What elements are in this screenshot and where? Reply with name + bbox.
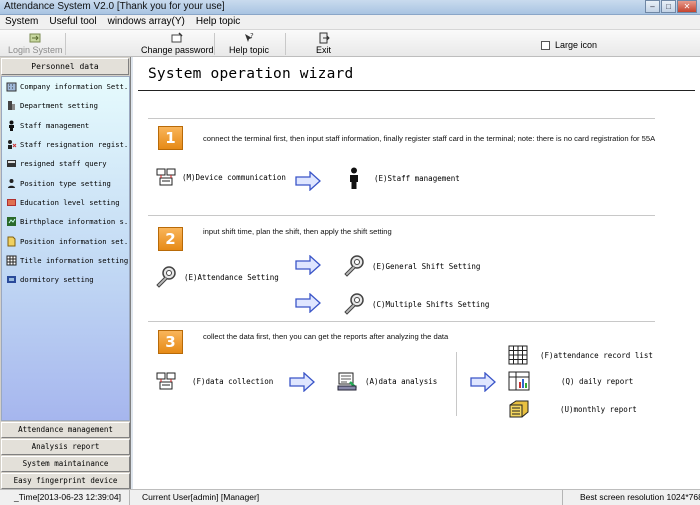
key-icon	[171, 32, 183, 43]
wrench-icon	[344, 293, 364, 315]
query-icon	[7, 160, 16, 168]
login-icon	[29, 33, 41, 43]
step-2-description: input shift time, plan the shift, then a…	[203, 227, 392, 236]
close-button[interactable]: ✕	[677, 0, 697, 13]
svg-text:?: ?	[250, 32, 254, 40]
step-1-description: connect the terminal first, then input s…	[203, 134, 656, 143]
status-current-user: Current User[admin] [Manager]	[130, 490, 563, 505]
sidebar-item-dormitory-setting[interactable]: dormitory setting	[2, 270, 129, 289]
arrow-right-icon	[295, 171, 321, 191]
department-icon	[8, 101, 15, 111]
menu-windows-array[interactable]: windows array(Y)	[103, 15, 191, 29]
section-easy-fingerprint-device[interactable]: Easy fingerprint device	[1, 473, 130, 489]
step-3-description: collect the data first, then you can get…	[203, 332, 449, 341]
resign-icon	[8, 140, 17, 150]
sidebar-item-company-information[interactable]: Company information Sett..	[2, 77, 129, 96]
title-bar: Attendance System V2.0 [Thank you for yo…	[0, 0, 700, 15]
position-info-icon	[7, 236, 16, 247]
title-icon	[6, 255, 17, 266]
sidebar-item-staff-management[interactable]: Staff management	[2, 116, 129, 135]
multiple-shifts-setting-link[interactable]: (C)Multiple Shifts Setting	[342, 292, 489, 316]
help-topic-button[interactable]: ? Help topic	[229, 32, 269, 55]
device-communication-icon	[156, 168, 176, 186]
sidebar-item-position-type[interactable]: Position type setting	[2, 173, 129, 192]
sidebar-list: Company information Sett.. Department se…	[1, 76, 130, 421]
section-analysis-report[interactable]: Analysis report	[1, 439, 130, 455]
page-title: System operation wizard	[148, 66, 354, 82]
wizard-panel: System operation wizard 1 connect the te…	[133, 57, 700, 489]
monthly-report-link[interactable]: (U)monthly report	[508, 399, 637, 419]
menu-bar: System Useful tool windows array(Y) Help…	[0, 15, 700, 29]
building-icon	[6, 82, 17, 92]
sidebar-item-resigned-staff-query[interactable]: resigned staff query	[2, 154, 129, 173]
step-2-badge: 2	[158, 227, 183, 251]
maximize-button[interactable]: □	[661, 0, 676, 13]
large-icon-checkbox[interactable]	[541, 40, 550, 50]
sidebar-item-staff-resignation[interactable]: Staff resignation regist..	[2, 135, 129, 154]
monthly-report-icon	[509, 400, 529, 418]
arrow-right-icon	[295, 293, 321, 313]
step-1-badge: 1	[158, 126, 183, 150]
step-3-badge: 3	[158, 330, 183, 354]
data-analysis-icon	[337, 372, 357, 391]
education-icon	[7, 198, 16, 206]
arrow-right-icon	[470, 372, 496, 392]
birthplace-icon	[7, 217, 16, 227]
step-divider	[148, 321, 655, 322]
minimize-button[interactable]: –	[645, 0, 660, 13]
person-icon	[9, 120, 14, 131]
menu-useful-tool[interactable]: Useful tool	[44, 15, 102, 29]
status-resolution: Best screen resolution 1024*768	[580, 492, 700, 502]
menu-help-topic[interactable]: Help topic	[191, 15, 246, 29]
sidebar-header-personnel-data[interactable]: Personnel data	[1, 58, 129, 75]
wrench-icon	[156, 266, 176, 288]
status-time: _Time[2013-06-23 12:39:04]	[0, 490, 130, 505]
toolbar-separator	[285, 33, 286, 55]
daily-report-link[interactable]: (Q) daily report	[508, 371, 633, 391]
dormitory-icon	[7, 276, 16, 284]
attendance-record-list-link[interactable]: (F)attendance record list	[508, 345, 653, 365]
toolbar-separator	[214, 33, 215, 55]
device-communication-link[interactable]: (M)Device communication	[156, 167, 286, 187]
sidebar: Personnel data Company information Sett.…	[0, 57, 131, 489]
large-icon-option[interactable]: Large icon	[541, 40, 597, 50]
section-system-maintainance[interactable]: System maintainance	[1, 456, 130, 472]
login-system-button[interactable]: Login System	[8, 32, 63, 55]
window-controls: – □ ✕	[645, 0, 697, 14]
attendance-setting-link[interactable]: (E)Attendance Setting	[154, 265, 279, 289]
data-collection-icon	[156, 372, 176, 390]
title-divider	[138, 90, 695, 91]
help-icon: ?	[245, 32, 254, 42]
arrow-right-icon	[289, 372, 315, 392]
window-title: Attendance System V2.0 [Thank you for yo…	[4, 1, 225, 12]
wrench-icon	[344, 255, 364, 277]
exit-icon	[319, 32, 330, 44]
sidebar-item-birthplace-information[interactable]: Birthplace information s..	[2, 212, 129, 231]
status-bar: _Time[2013-06-23 12:39:04] Current User[…	[0, 489, 700, 505]
exit-button[interactable]: Exit	[316, 32, 331, 55]
general-shift-setting-link[interactable]: (E)General Shift Setting	[342, 254, 480, 278]
position-icon	[8, 178, 15, 188]
staff-management-link[interactable]: (E)Staff management	[346, 167, 460, 189]
data-analysis-link[interactable]: (A)data analysis	[337, 370, 437, 392]
staff-person-icon	[350, 167, 358, 189]
arrow-right-icon	[295, 255, 321, 275]
sidebar-item-education-level[interactable]: Education level setting	[2, 193, 129, 212]
sidebar-item-department-setting[interactable]: Department setting	[2, 96, 129, 115]
step-divider	[148, 215, 655, 216]
step-3-separator	[456, 352, 457, 416]
change-password-button[interactable]: Change password	[141, 32, 214, 55]
toolbar-separator	[65, 33, 66, 55]
data-collection-link[interactable]: (F)data collection	[156, 371, 273, 391]
sidebar-item-position-information[interactable]: Position information set..	[2, 231, 129, 250]
daily-report-icon	[508, 371, 530, 391]
table-icon	[508, 345, 528, 365]
section-attendance-management[interactable]: Attendance management	[1, 422, 130, 438]
menu-system[interactable]: System	[0, 15, 44, 29]
sidebar-item-title-information[interactable]: Title information setting	[2, 251, 129, 270]
step-divider	[148, 118, 655, 119]
